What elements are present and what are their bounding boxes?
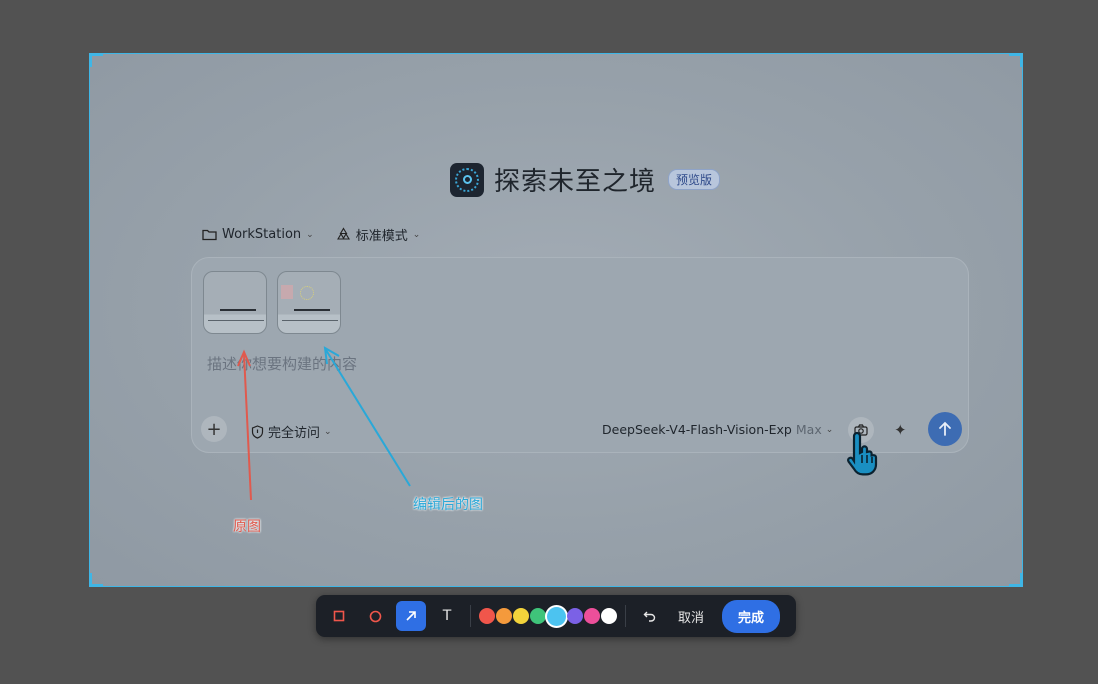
rectangle-icon	[333, 610, 345, 622]
toolbar-divider	[470, 605, 471, 627]
color-swatch-white[interactable]	[601, 608, 617, 624]
done-button[interactable]: 完成	[722, 599, 781, 633]
undo-button[interactable]	[634, 601, 664, 631]
annotation-text-edited[interactable]: 编辑后的图	[413, 494, 483, 514]
arrow-tool-button[interactable]	[396, 601, 426, 631]
annotation-toolbar: T 取消 完成	[316, 595, 796, 637]
cancel-button[interactable]: 取消	[670, 607, 712, 626]
color-swatch-pink[interactable]	[584, 608, 600, 624]
annotation-layer	[237, 346, 878, 501]
text-tool-label: T	[442, 608, 452, 624]
circle-icon	[369, 610, 381, 622]
color-swatch-red[interactable]	[479, 608, 495, 624]
toolbar-divider	[625, 605, 626, 627]
color-swatch-green[interactable]	[530, 608, 546, 624]
hand-cursor-icon	[847, 431, 878, 476]
color-palette	[479, 606, 617, 626]
annotation-arrow-cyan[interactable]	[323, 346, 411, 487]
arrow-icon	[406, 611, 416, 621]
text-tool-button[interactable]: T	[432, 601, 462, 631]
rectangle-tool-button[interactable]	[324, 601, 354, 631]
ellipse-tool-button[interactable]	[360, 601, 390, 631]
color-swatch-purple[interactable]	[567, 608, 583, 624]
screenshot-selection[interactable]: 探索未至之境 预览版 WorkStation ⌄ 标准模式 ⌄ 描述你想要构建的…	[89, 53, 1023, 587]
undo-icon	[643, 611, 655, 622]
color-swatch-orange[interactable]	[496, 608, 512, 624]
color-swatch-yellow[interactable]	[513, 608, 529, 624]
annotation-text-original[interactable]: 原图	[233, 516, 261, 536]
annotation-arrow-red[interactable]	[237, 349, 252, 501]
color-swatch-cyan[interactable]	[547, 606, 566, 626]
